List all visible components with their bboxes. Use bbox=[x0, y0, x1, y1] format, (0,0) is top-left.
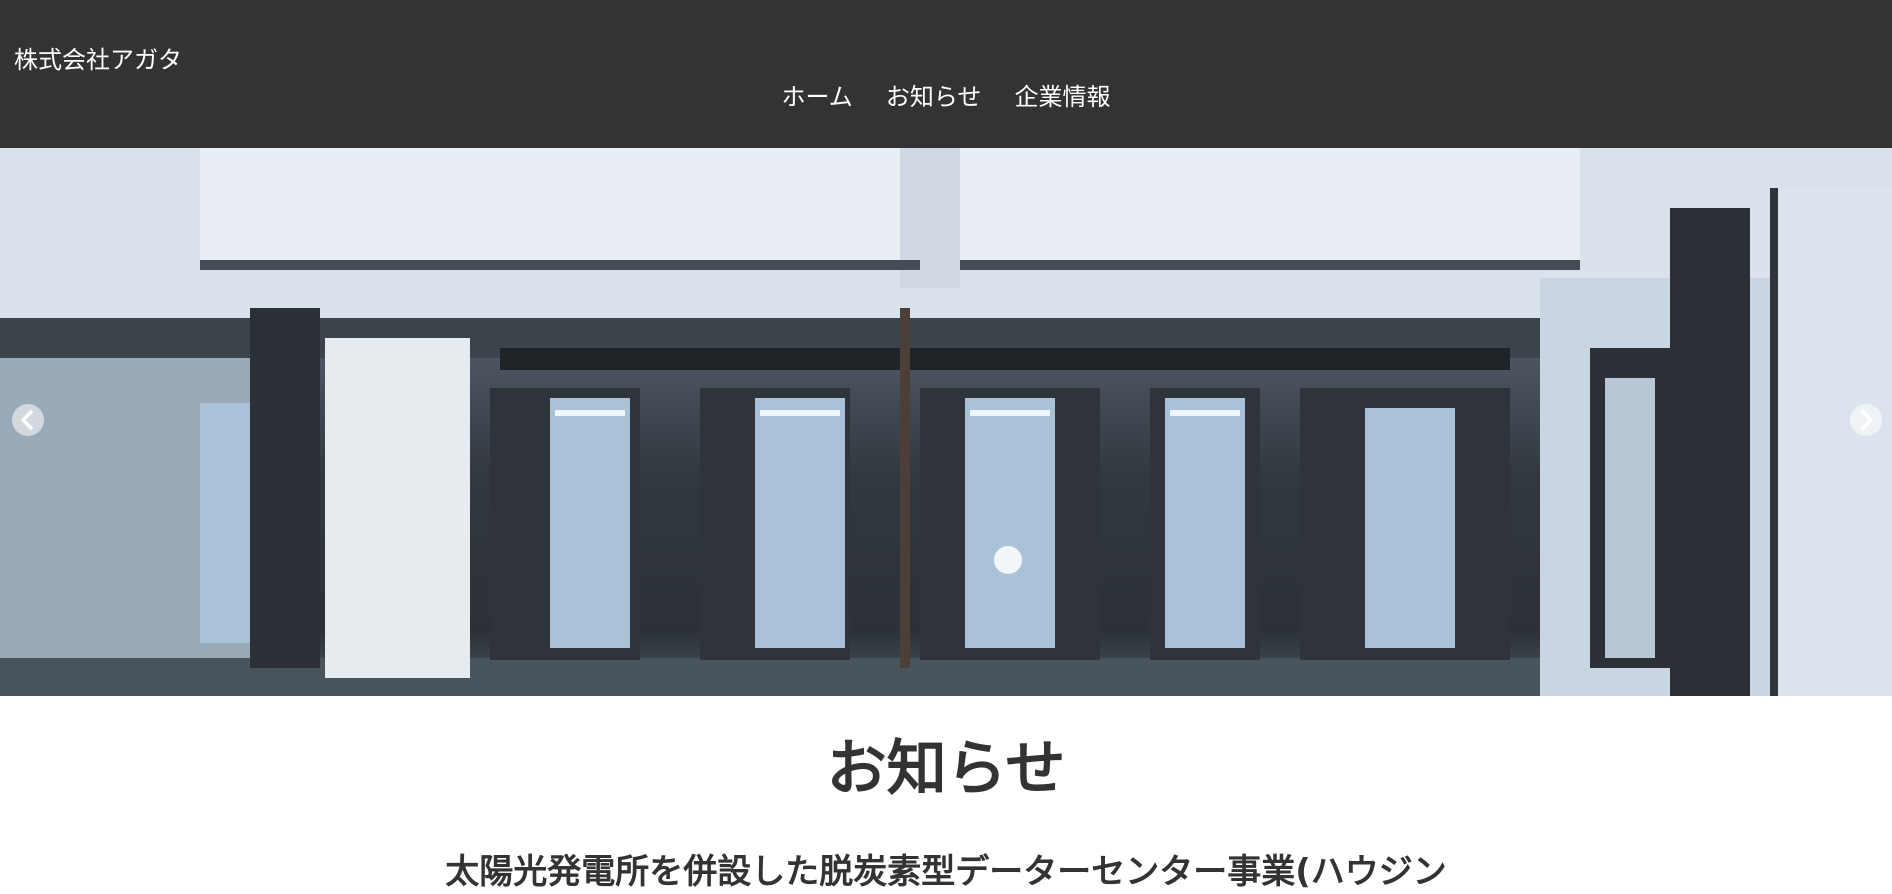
site-header: 株式会社アガタ ホーム お知らせ 企業情報 bbox=[0, 0, 1892, 148]
carousel-prev-button[interactable] bbox=[12, 404, 44, 436]
hero-carousel bbox=[0, 148, 1892, 696]
nav-item-company[interactable]: 企業情報 bbox=[1015, 77, 1111, 112]
news-section-title: お知らせ bbox=[826, 734, 1066, 804]
nav-item-news[interactable]: お知らせ bbox=[886, 77, 982, 112]
main-nav: ホーム お知らせ 企業情報 bbox=[0, 77, 1892, 112]
site-brand[interactable]: 株式会社アガタ bbox=[14, 40, 182, 75]
news-headline[interactable]: 太陽光発電所を併設した脱炭素型データーセンター事業(ハウジン bbox=[0, 850, 1892, 894]
hero-image bbox=[0, 148, 1892, 696]
carousel-next-button[interactable] bbox=[1850, 404, 1882, 436]
nav-item-home[interactable]: ホーム bbox=[782, 77, 853, 112]
chevron-left-icon bbox=[20, 410, 33, 430]
chevron-right-icon bbox=[1861, 410, 1874, 430]
